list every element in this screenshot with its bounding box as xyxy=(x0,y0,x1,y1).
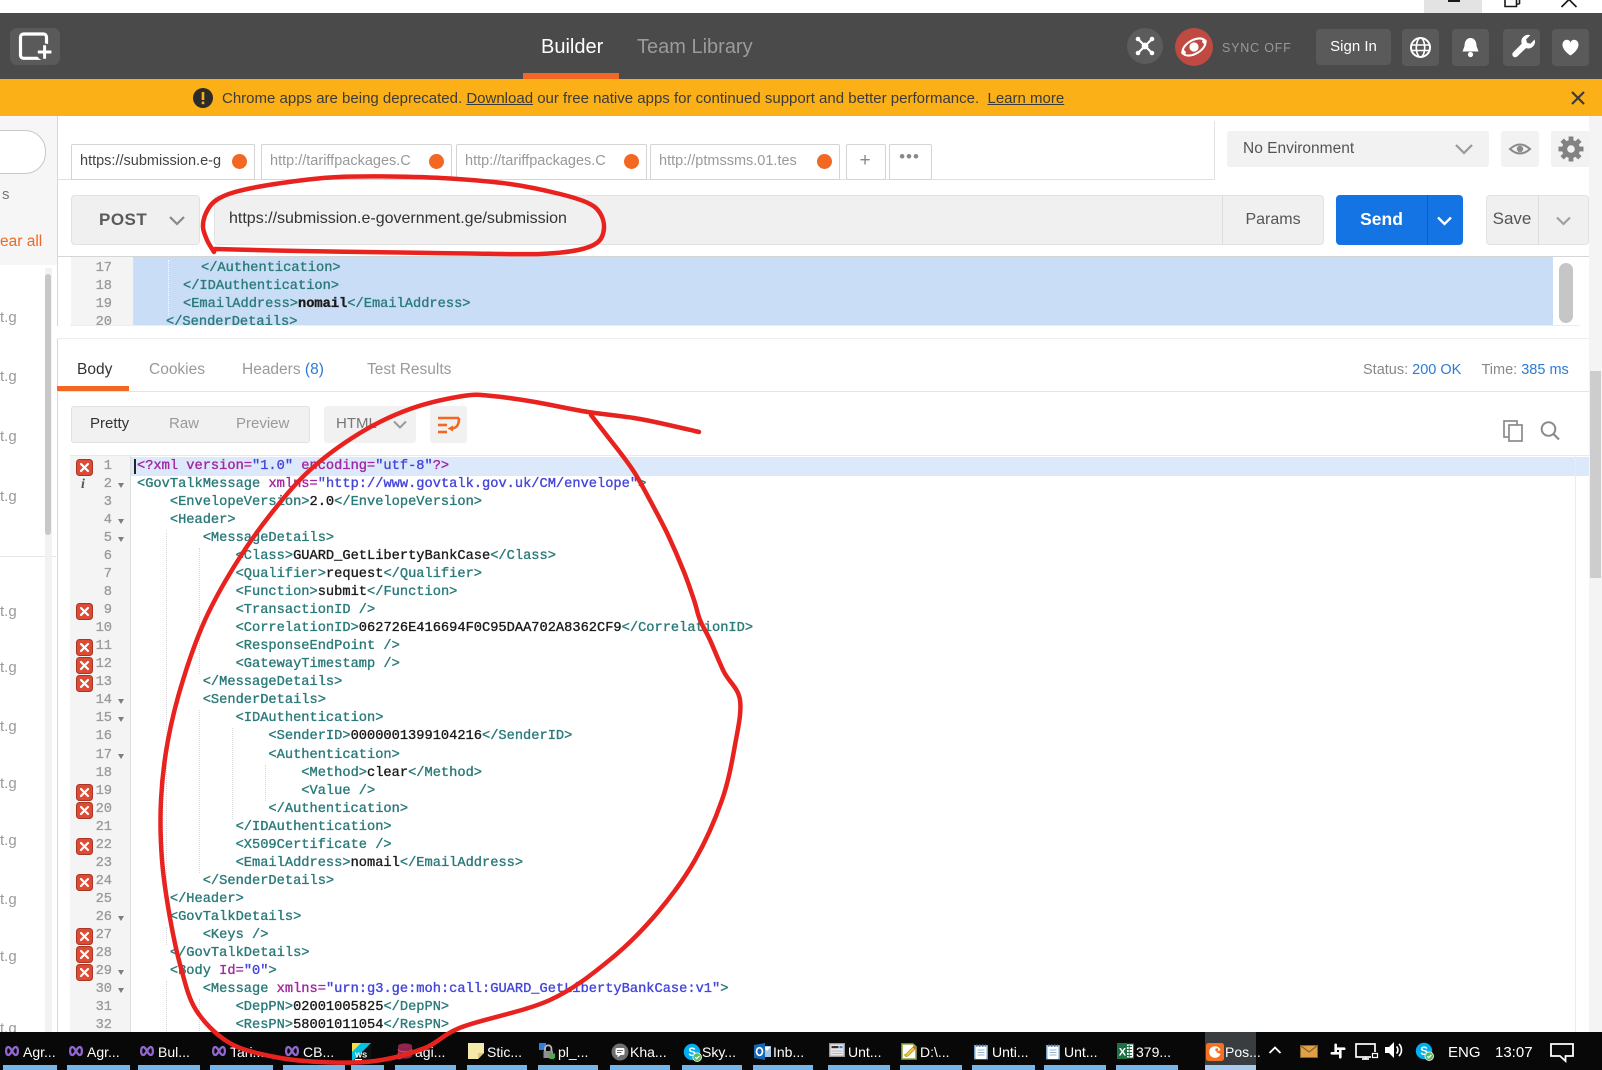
svg-text:WS: WS xyxy=(355,1051,367,1060)
svg-text:X: X xyxy=(1119,1047,1127,1059)
